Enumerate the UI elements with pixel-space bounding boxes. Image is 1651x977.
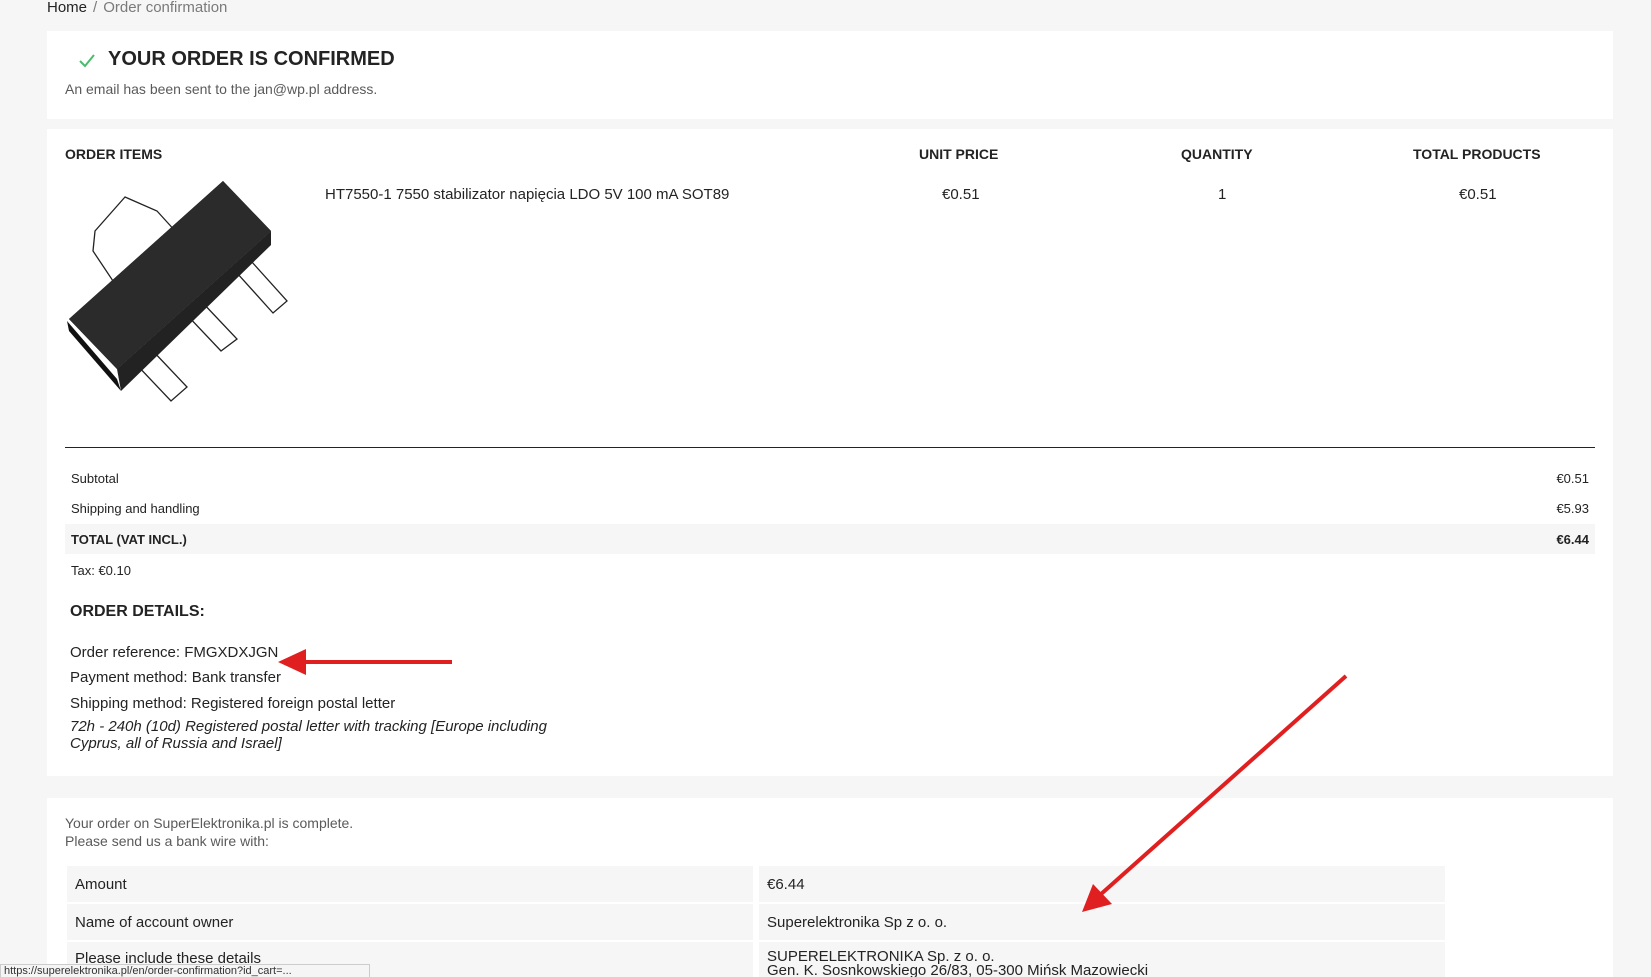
shipping-row: Shipping and handling €5.93 [65, 493, 1595, 523]
unit-price-value: €0.51 [942, 186, 980, 203]
product-name[interactable]: HT7550-1 7550 stabilizator napięcia LDO … [325, 186, 729, 203]
bank-details-line2: Gen. K. Sosnkowskiego 26/83, 05-300 Mińs… [767, 962, 1149, 977]
confirmation-subtitle: An email has been sent to the jan@wp.pl … [65, 81, 378, 97]
bank-amount-value: €6.44 [759, 866, 1445, 902]
shipping-value: €5.93 [1556, 500, 1589, 516]
total-products-value: €0.51 [1459, 186, 1497, 203]
subtotal-label: Subtotal [71, 470, 119, 486]
breadcrumb: Home / Order confirmation [47, 0, 227, 16]
shipping-label: Shipping and handling [71, 500, 200, 516]
bank-amount-label: Amount [67, 866, 753, 902]
shipping-method: Shipping method: Registered foreign post… [70, 695, 396, 712]
quantity-value: 1 [1218, 186, 1227, 203]
payment-method: Payment method: Bank transfer [70, 669, 281, 686]
bank-wire-card: Your order on SuperElektronika.pl is com… [47, 798, 1613, 977]
product-image [67, 181, 288, 402]
subtotal-row: Subtotal €0.51 [65, 463, 1595, 493]
tax-value: Tax: €0.10 [71, 562, 131, 578]
tax-row: Tax: €0.10 [65, 555, 1595, 585]
header-total-products: TOTAL PRODUCTS [1413, 146, 1541, 162]
total-value: €6.44 [1556, 531, 1589, 547]
status-bar-url: https://superelektronika.pl/en/order-con… [0, 964, 370, 977]
breadcrumb-separator: / [93, 0, 98, 16]
order-reference: Order reference: FMGXDXJGN [70, 644, 279, 661]
header-quantity: QUANTITY [1181, 146, 1253, 162]
order-items-card: ORDER ITEMS UNIT PRICE QUANTITY TOTAL PR… [47, 129, 1613, 776]
payment-note-line1: Your order on SuperElektronika.pl is com… [65, 815, 354, 831]
payment-note-line2: Please send us a bank wire with: [65, 833, 269, 849]
order-details-title: ORDER DETAILS: [70, 603, 205, 620]
bank-owner-value: Superelektronika Sp z o. o. [759, 904, 1445, 940]
header-order-items: ORDER ITEMS [65, 146, 163, 162]
order-confirmed-card: YOUR ORDER IS CONFIRMED An email has bee… [47, 31, 1613, 119]
bank-owner-label: Name of account owner [67, 904, 753, 940]
total-row: TOTAL (VAT INCL.) €6.44 [65, 524, 1595, 554]
total-label: TOTAL (VAT INCL.) [71, 531, 187, 547]
check-icon [79, 53, 95, 67]
confirmation-heading: YOUR ORDER IS CONFIRMED [76, 48, 395, 71]
breadcrumb-home-link[interactable]: Home [47, 0, 87, 16]
bank-details-value: SUPERELEKTRONIKA Sp. z o. o. Gen. K. Sos… [759, 942, 1445, 977]
header-unit-price: UNIT PRICE [919, 146, 999, 162]
subtotal-value: €0.51 [1556, 470, 1589, 486]
breadcrumb-current: Order confirmation [103, 0, 228, 16]
confirmation-title: YOUR ORDER IS CONFIRMED [108, 48, 395, 70]
divider [65, 447, 1595, 448]
shipping-description: 72h - 240h (10d) Registered postal lette… [70, 718, 547, 752]
